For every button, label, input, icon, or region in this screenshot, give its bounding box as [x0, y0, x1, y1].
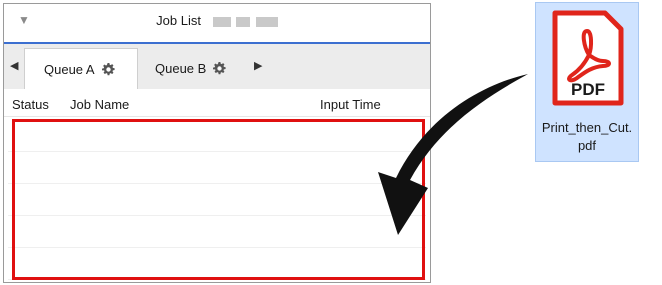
tab-queue-b-label: Queue B [155, 61, 207, 76]
tab-queue-a[interactable]: Queue A [24, 48, 138, 89]
pdf-icon-label: PDF [571, 80, 605, 99]
tab-scroll-left-icon[interactable]: ◀ [10, 59, 18, 72]
drag-arrow-icon [378, 74, 528, 235]
gear-icon[interactable] [101, 62, 115, 76]
pdf-file-item[interactable]: PDF Print_then_Cut. pdf [535, 2, 639, 162]
gear-icon[interactable] [213, 62, 226, 75]
tab-queue-b[interactable]: Queue B [140, 48, 248, 89]
pdf-file-icon: PDF [552, 10, 624, 106]
tab-queue-a-label: Queue A [44, 61, 95, 77]
redacted-name-block [255, 16, 278, 27]
drop-target-highlight [12, 119, 425, 280]
file-name-line2: pdf [577, 138, 597, 153]
redacted-name-block [236, 16, 251, 27]
column-job-name[interactable]: Job Name [70, 97, 129, 112]
job-list-title: Job List [4, 13, 430, 28]
queue-tab-bar: ◀ Queue A Queue B ▶ [4, 44, 430, 89]
file-name-line1: Print_then_Cut. [541, 120, 633, 135]
redacted-name-block [212, 16, 231, 27]
file-name: Print_then_Cut. pdf [536, 119, 638, 155]
job-list-titlebar: ▼ Job List [4, 4, 430, 44]
tab-scroll-right-icon[interactable]: ▶ [254, 59, 262, 72]
job-table-header: Status Job Name Input Time [4, 89, 430, 117]
job-list-title-text: Job List [156, 13, 201, 28]
column-status[interactable]: Status [12, 97, 49, 112]
